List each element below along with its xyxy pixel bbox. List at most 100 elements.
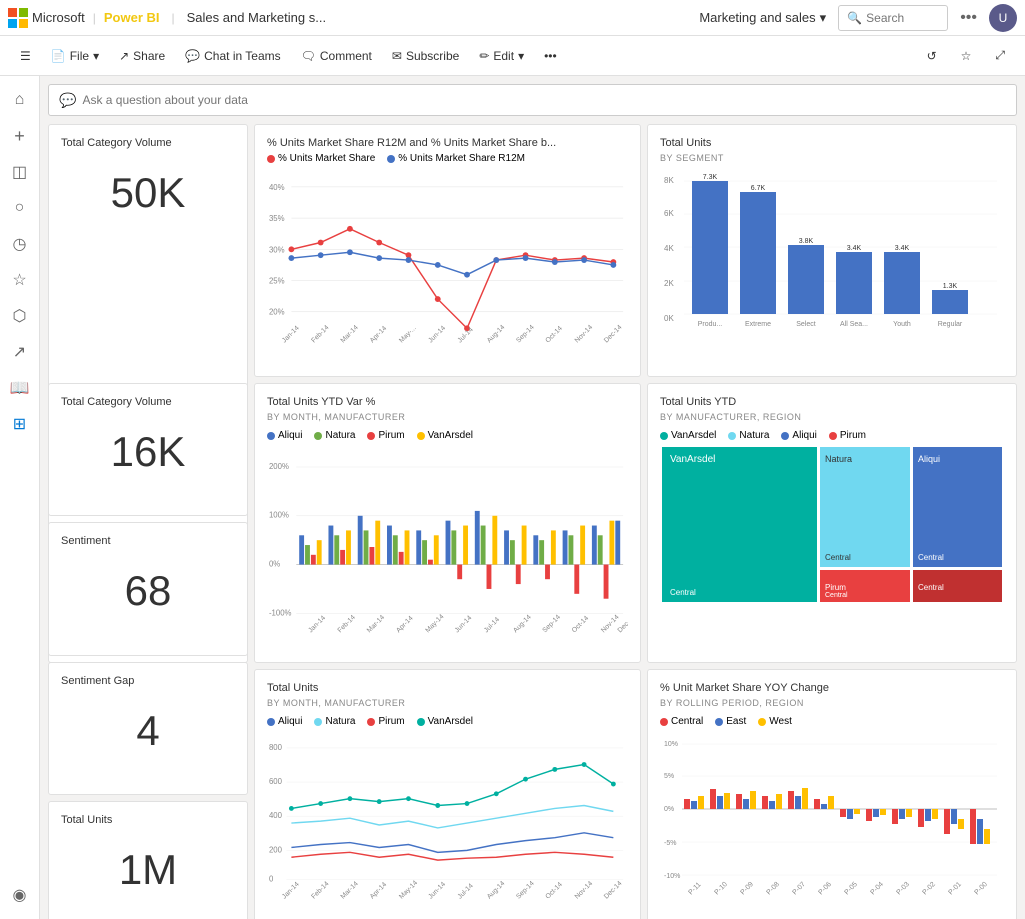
svg-text:P-10: P-10 [713, 881, 728, 896]
sidebar-item-current[interactable]: ◉ [4, 879, 36, 911]
card-title: Sentiment [61, 535, 235, 547]
dashboard-name-btn[interactable]: Marketing and sales ▾ [699, 10, 826, 26]
separator: | [93, 11, 96, 25]
total-units-line-svg: 800 600 400 200 0 [267, 733, 628, 918]
svg-text:All Sea...: All Sea... [840, 321, 868, 328]
total-units-legend: Aliqui Natura Pirum VanArsdel [267, 716, 628, 727]
line-chart-svg: 40% 35% 30% 25% 20% [267, 170, 628, 355]
card-value: 68 [61, 567, 235, 615]
qa-bar[interactable]: 💬 [48, 84, 1017, 116]
edit-button[interactable]: ✏ Edit ▾ [471, 45, 532, 67]
file-chevron-icon: ▾ [93, 49, 99, 63]
legend-natura: Natura [728, 430, 769, 441]
file-button[interactable]: 📄 File ▾ [43, 45, 107, 67]
svg-text:0%: 0% [269, 560, 280, 569]
favorite-button[interactable]: ☆ [953, 45, 980, 67]
comment-button[interactable]: 🗨 Comment [293, 45, 380, 67]
legend-item-r12m: % Units Market Share R12M [387, 153, 525, 164]
sidebar-item-shared[interactable]: ↗ [4, 336, 36, 368]
action-bar: ☰ 📄 File ▾ ↗ Share 💬 Chat in Teams 🗨 Com… [0, 36, 1025, 76]
file-icon: 📄 [51, 49, 66, 63]
sidebar-item-home[interactable]: ⌂ [4, 84, 36, 116]
svg-text:Dec-14: Dec-14 [603, 880, 624, 901]
refresh-button[interactable]: ↺ [919, 45, 945, 67]
svg-text:Jan-14: Jan-14 [281, 881, 301, 901]
fullscreen-button[interactable]: ⤢ [987, 44, 1013, 67]
hamburger-button[interactable]: ☰ [12, 45, 39, 67]
svg-text:Jul-14: Jul-14 [483, 616, 501, 634]
microsoft-label: Microsoft [32, 10, 85, 25]
ytd-var-title: Total Units YTD Var % [267, 396, 628, 408]
share-button[interactable]: ↗ Share [111, 45, 173, 67]
sidebar-item-workspaces[interactable]: ⊞ [4, 408, 36, 440]
sidebar-item-new[interactable]: + [4, 120, 36, 152]
svg-text:200%: 200% [269, 462, 289, 471]
svg-text:40%: 40% [269, 183, 285, 192]
svg-text:P-06: P-06 [817, 881, 832, 896]
svg-text:P-05: P-05 [843, 881, 858, 896]
svg-text:Aug-14: Aug-14 [486, 880, 507, 901]
svg-text:Mar-14: Mar-14 [340, 880, 360, 900]
more-options-button[interactable]: ••• [960, 9, 977, 27]
svg-text:3.8K: 3.8K [799, 238, 814, 245]
svg-text:Regular: Regular [938, 321, 963, 328]
svg-text:P-02: P-02 [921, 881, 936, 896]
chat-in-teams-button[interactable]: 💬 Chat in Teams [177, 45, 288, 67]
ytd-subtitle: BY MANUFACTURER, REGION [660, 412, 1004, 422]
svg-text:Natura: Natura [825, 454, 852, 464]
svg-text:Nov-14: Nov-14 [574, 324, 595, 345]
svg-text:-10%: -10% [664, 873, 680, 880]
blue-line [291, 252, 613, 274]
sidebar-item-favorites[interactable]: ☆ [4, 264, 36, 296]
card-value: 16K [61, 428, 235, 476]
sidebar-item-data[interactable]: ○ [4, 192, 36, 224]
red-line [291, 229, 613, 329]
microsoft-logo-group: Microsoft | Power BI [8, 8, 159, 28]
sidebar-item-recent[interactable]: ◷ [4, 228, 36, 260]
svg-text:Mar-14: Mar-14 [340, 324, 360, 344]
legend-west: West [758, 716, 792, 727]
svg-text:Dec-14: Dec-14 [603, 324, 624, 345]
sidebar-item-apps[interactable]: ⬡ [4, 300, 36, 332]
legend-aliqui: Aliqui [781, 430, 816, 441]
svg-text:Oct-14: Oct-14 [571, 615, 591, 635]
svg-text:-5%: -5% [664, 840, 676, 847]
svg-text:P-07: P-07 [791, 881, 806, 896]
search-box[interactable]: 🔍 [838, 5, 948, 31]
svg-text:P-09: P-09 [739, 881, 754, 896]
total-units-line-title: Total Units [267, 682, 628, 694]
svg-text:30%: 30% [269, 245, 285, 254]
svg-text:Jun-14: Jun-14 [454, 614, 474, 634]
qa-input[interactable] [82, 93, 1006, 107]
subscribe-button[interactable]: ✉ Subscribe [384, 45, 467, 67]
svg-text:7.3K: 7.3K [703, 174, 718, 181]
svg-text:P-00: P-00 [973, 881, 988, 896]
card-sentiment: Sentiment 68 [48, 522, 248, 655]
svg-text:P-01: P-01 [947, 881, 962, 896]
search-input[interactable] [866, 11, 936, 25]
svg-text:VanArsdel: VanArsdel [670, 454, 715, 465]
svg-text:Mar-14: Mar-14 [366, 614, 386, 634]
svg-text:Central: Central [825, 592, 848, 599]
svg-text:May-14: May-14 [424, 613, 445, 634]
card-title: Total Units [61, 814, 235, 826]
legend-vanarsdel: VanArsdel [417, 716, 473, 727]
svg-text:Sep-14: Sep-14 [542, 614, 563, 635]
card-value: 50K [61, 169, 235, 217]
svg-text:Feb-14: Feb-14 [337, 614, 357, 634]
line-chart-legend: % Units Market Share % Units Market Shar… [267, 153, 628, 164]
ytd-var-subtitle: BY MONTH, MANUFACTURER [267, 412, 628, 422]
svg-text:Central: Central [918, 553, 944, 562]
total-units-line-subtitle: BY MONTH, MANUFACTURER [267, 698, 628, 708]
legend-east: East [715, 716, 746, 727]
avatar[interactable]: U [989, 4, 1017, 32]
sidebar-item-learn[interactable]: 📖 [4, 372, 36, 404]
legend-pirum: Pirum [367, 716, 404, 727]
svg-text:Jan-14: Jan-14 [307, 614, 327, 634]
powerbi-label: Power BI [104, 10, 160, 25]
sidebar-item-browse[interactable]: ◫ [4, 156, 36, 188]
legend-vanarsdel: VanArsdel [660, 430, 716, 441]
left-column-bottom: Total Category Volume 16K Sentiment 68 S… [48, 383, 248, 919]
more-actions-button[interactable]: ••• [536, 45, 565, 67]
svg-text:Aug-14: Aug-14 [486, 324, 507, 345]
